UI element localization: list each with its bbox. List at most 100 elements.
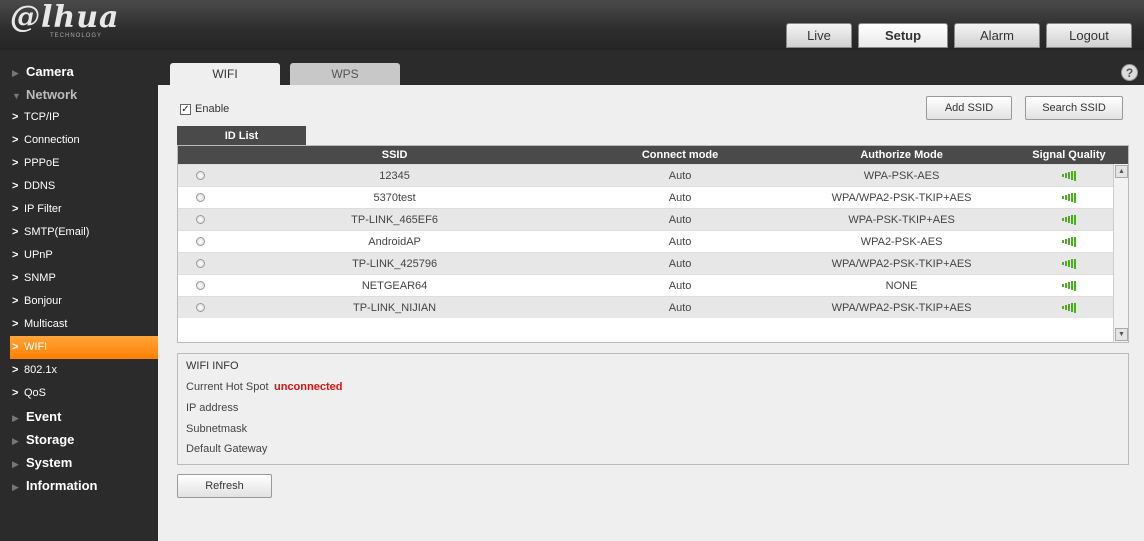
sidebar-item-label: Network: [26, 87, 78, 102]
sidebar-item-label: TCP/IP: [24, 111, 60, 123]
sidebar-item-bonjour[interactable]: > Bonjour: [0, 290, 158, 313]
brand-logo: @lhua: [10, 0, 120, 35]
sidebar-item-pppoe[interactable]: > PPPoE: [0, 152, 158, 175]
tab-alarm[interactable]: Alarm: [954, 23, 1040, 48]
row-select-cell: [178, 253, 222, 274]
ssid-cell: TP-LINK_NIJIAN: [353, 301, 437, 314]
chevron-right-icon: >: [12, 180, 19, 192]
triangle-right-icon: ▶: [12, 459, 19, 469]
enable-row: ✓ Enable: [180, 101, 229, 117]
triangle-right-icon: ▶: [12, 482, 19, 492]
sidebar-item-storage[interactable]: ▶ Storage: [0, 428, 158, 451]
row-radio-button[interactable]: [195, 281, 205, 290]
row-radio-button[interactable]: [195, 237, 205, 246]
row-select-cell: [178, 209, 222, 230]
signal-strength-icon: [1061, 236, 1076, 247]
sidebar-item-ip-filter[interactable]: > IP Filter: [0, 198, 158, 221]
sidebar-item-label: Camera: [26, 64, 74, 79]
signal-cell: [1010, 253, 1128, 274]
row-select-cell: [178, 165, 222, 186]
column-header-ssid: SSID: [381, 149, 408, 161]
signal-cell: [1010, 209, 1128, 230]
chevron-right-icon: >: [12, 157, 19, 169]
sidebar-item-tcpip[interactable]: > TCP/IP: [0, 106, 158, 129]
sidebar-item-qos[interactable]: > QoS: [0, 382, 158, 405]
sidebar-item-label: UPnP: [24, 249, 53, 261]
row-radio-button[interactable]: [195, 215, 205, 224]
connect-mode-cell: Auto: [668, 213, 692, 226]
column-header-select: [178, 146, 222, 164]
scroll-up-icon[interactable]: ▲: [1115, 165, 1128, 178]
ip-address-label: IP address: [186, 402, 239, 414]
sidebar-item-camera[interactable]: ▶ Camera: [0, 60, 158, 83]
sidebar: ▶ Camera ▼ Network > TCP/IP > Connection > PP…: [0, 60, 158, 541]
main-panel: WIFI WPS ? ✓ Enable Add SSID Search SSID…: [158, 60, 1144, 541]
chevron-right-icon: >: [12, 134, 19, 146]
sidebar-item-connection[interactable]: > Connection: [0, 129, 158, 152]
ssid-cell: 12345: [379, 169, 410, 182]
wifi-info-title: WIFI INFO: [186, 360, 239, 372]
sidebar-item-label: System: [26, 455, 73, 470]
sidebar-item-label: 802.1x: [24, 364, 58, 376]
row-radio-button[interactable]: [195, 171, 205, 180]
table-header: SSID Connect mode Authorize Mode Signal …: [178, 146, 1128, 164]
enable-label: Enable: [195, 103, 230, 115]
sidebar-item-smtp[interactable]: > SMTP(Email): [0, 221, 158, 244]
chevron-right-icon: >: [12, 387, 19, 399]
id-list-tab[interactable]: ID List: [177, 126, 306, 146]
chevron-right-icon: >: [12, 341, 19, 353]
chevron-right-icon: >: [12, 111, 19, 123]
connect-mode-cell: Auto: [668, 257, 692, 270]
connect-mode-cell: Auto: [668, 301, 692, 314]
enable-checkbox[interactable]: ✓: [180, 103, 191, 115]
table-row[interactable]: TP-LINK_465EF6 Auto WPA-PSK-TKIP+AES: [178, 208, 1128, 230]
sidebar-item-label: SNMP: [24, 272, 56, 284]
table-row[interactable]: 12345 Auto WPA-PSK-AES: [178, 164, 1128, 186]
ssid-cell: TP-LINK_465EF6: [351, 213, 438, 226]
app-window: @lhua TECHNOLOGY Live Setup Alarm Logout…: [0, 0, 1144, 541]
sidebar-item-label: Connection: [24, 134, 80, 146]
brand-logo-sub: TECHNOLOGY: [50, 33, 103, 39]
sidebar-item-label: PPPoE: [24, 157, 60, 169]
ssid-cell: NETGEAR64: [361, 279, 428, 292]
table-row[interactable]: TP-LINK_NIJIAN Auto WPA/WPA2-PSK-TKIP+AE…: [178, 296, 1128, 318]
signal-cell: [1010, 165, 1128, 186]
table-row[interactable]: AndroidAP Auto WPA2-PSK-AES: [178, 230, 1128, 252]
subtab-bar: WIFI WPS ?: [158, 60, 1144, 85]
tab-wifi[interactable]: WIFI: [170, 63, 280, 85]
tab-wps[interactable]: WPS: [290, 63, 400, 85]
table-row[interactable]: 5370test Auto WPA/WPA2-PSK-TKIP+AES: [178, 186, 1128, 208]
sidebar-item-information[interactable]: ▶ Information: [0, 474, 158, 497]
signal-strength-icon: [1061, 214, 1076, 225]
signal-cell: [1010, 297, 1128, 318]
row-select-cell: [178, 187, 222, 208]
chevron-right-icon: >: [12, 364, 19, 376]
sidebar-item-upnp[interactable]: > UPnP: [0, 244, 158, 267]
table-row[interactable]: TP-LINK_425796 Auto WPA/WPA2-PSK-TKIP+AE…: [178, 252, 1128, 274]
sidebar-item-network[interactable]: ▼ Network: [0, 83, 158, 106]
row-radio-button[interactable]: [195, 193, 205, 202]
connect-mode-cell: Auto: [668, 279, 692, 292]
row-radio-button[interactable]: [195, 303, 205, 312]
refresh-button[interactable]: Refresh: [177, 474, 272, 498]
table-scrollbar[interactable]: ▲ ▼: [1113, 164, 1128, 342]
sidebar-item-wifi[interactable]: > WIFI: [10, 336, 158, 359]
search-ssid-button[interactable]: Search SSID: [1025, 96, 1123, 120]
row-radio-button[interactable]: [195, 259, 205, 268]
sidebar-item-8021x[interactable]: >802.1x: [0, 359, 158, 382]
header-bar: @lhua TECHNOLOGY Live Setup Alarm Logout: [0, 0, 1144, 50]
table-row[interactable]: NETGEAR64 Auto NONE: [178, 274, 1128, 296]
add-ssid-button[interactable]: Add SSID: [926, 96, 1012, 120]
tab-live[interactable]: Live: [786, 23, 852, 48]
help-icon[interactable]: ?: [1121, 64, 1138, 81]
sidebar-item-multicast[interactable]: > Multicast: [0, 313, 158, 336]
sidebar-item-snmp[interactable]: > SNMP: [0, 267, 158, 290]
sidebar-item-ddns[interactable]: > DDNS: [0, 175, 158, 198]
hotspot-label: Current Hot Spot: [186, 381, 269, 393]
sidebar-item-system[interactable]: ▶ System: [0, 451, 158, 474]
scroll-down-icon[interactable]: ▼: [1115, 328, 1128, 341]
tab-logout[interactable]: Logout: [1046, 23, 1132, 48]
subnetmask-label: Subnetmask: [186, 423, 248, 435]
sidebar-item-event[interactable]: ▶ Event: [0, 405, 158, 428]
tab-setup[interactable]: Setup: [858, 23, 948, 48]
